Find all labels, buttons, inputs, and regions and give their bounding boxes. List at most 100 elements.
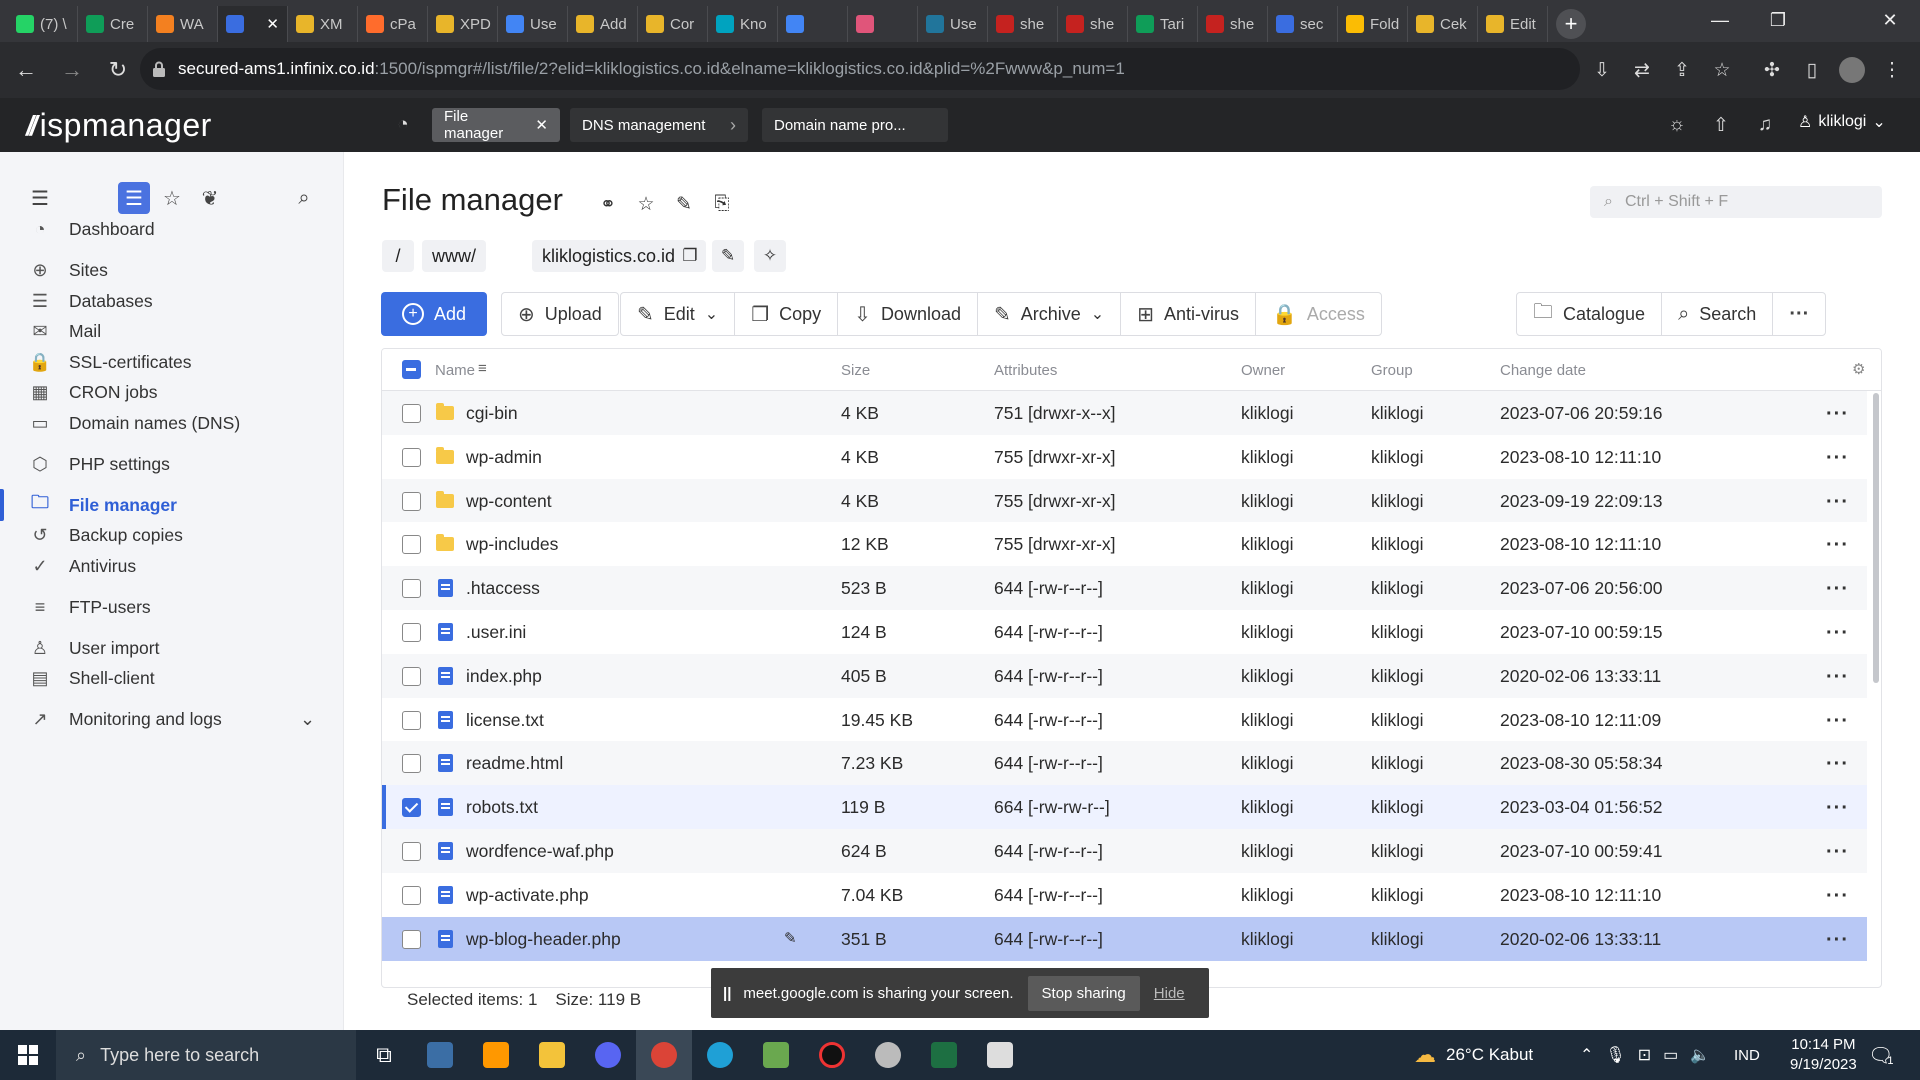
browser-tab[interactable]: Cre bbox=[78, 6, 148, 42]
search-icon[interactable]: ⌕ bbox=[288, 182, 320, 214]
access-button[interactable]: 🔒 Access bbox=[1256, 293, 1381, 335]
cell-name[interactable]: wp-blog-header.php bbox=[466, 929, 621, 950]
share-icon[interactable]: ⇪ bbox=[1664, 52, 1700, 88]
extensions-icon[interactable]: ✣ bbox=[1754, 52, 1790, 88]
row-more-icon[interactable]: ··· bbox=[1826, 885, 1849, 908]
row-checkbox[interactable] bbox=[402, 404, 421, 423]
cell-name[interactable]: license.txt bbox=[466, 710, 544, 731]
archive-button[interactable]: ✎ Archive ⌄ bbox=[978, 293, 1122, 335]
row-more-icon[interactable]: ··· bbox=[1826, 666, 1849, 689]
browser-tab[interactable] bbox=[848, 6, 918, 42]
browser-tab[interactable]: (7) \ bbox=[8, 6, 78, 42]
table-scrollbar[interactable] bbox=[1873, 393, 1879, 683]
hamburger-icon[interactable]: ☰ bbox=[24, 182, 56, 214]
edit-path-icon[interactable]: ✎ bbox=[712, 240, 744, 272]
row-checkbox[interactable] bbox=[402, 491, 421, 511]
col-group[interactable]: Group bbox=[1371, 362, 1413, 379]
calculator-app-icon[interactable] bbox=[412, 1030, 468, 1080]
new-tab-button[interactable]: + bbox=[1556, 9, 1586, 39]
image-app-icon[interactable] bbox=[748, 1030, 804, 1080]
download-button[interactable]: ⇩ Download bbox=[838, 293, 978, 335]
browser-tab[interactable]: she bbox=[1198, 6, 1268, 42]
upload-cloud-icon[interactable]: ⇧ bbox=[1706, 110, 1736, 140]
settings-gear-icon[interactable]: ⚙ bbox=[1852, 360, 1865, 378]
catalogue-button[interactable]: 🗀 Catalogue bbox=[1517, 293, 1663, 335]
browser-tab[interactable]: Use bbox=[498, 6, 568, 42]
sidebar-item-antivirus[interactable]: ✓ Antivirus bbox=[0, 548, 344, 584]
browser-tab[interactable]: Cor bbox=[638, 6, 708, 42]
taskbar-search-input[interactable]: ⌕ Type here to search bbox=[56, 1030, 356, 1080]
row-more-icon[interactable]: ··· bbox=[1826, 403, 1849, 426]
cell-name[interactable]: wp-content bbox=[466, 491, 552, 512]
col-name[interactable]: Name bbox=[435, 362, 475, 379]
browser-tab[interactable]: XPD bbox=[428, 6, 498, 42]
col-owner[interactable]: Owner bbox=[1241, 362, 1285, 379]
back-icon[interactable]: ← bbox=[6, 50, 46, 90]
sublime-app-icon[interactable] bbox=[468, 1030, 524, 1080]
table-row[interactable]: readme.html 7.23 KB 644 [-rw-r--r--] kliklo… bbox=[382, 741, 1867, 786]
chrome-app-icon[interactable] bbox=[636, 1030, 692, 1080]
table-row[interactable]: .user.ini 124 B 644 [-rw-r--r--] kliklogi kl… bbox=[382, 610, 1867, 654]
table-row[interactable]: wp-includes 12 KB 755 [drwxr-xr-x] kliklogi… bbox=[382, 522, 1867, 567]
history-icon[interactable]: ◔ bbox=[388, 110, 418, 140]
user-menu[interactable]: ♙ kliklogi ⌄ bbox=[1798, 112, 1886, 132]
breadcrumb-root[interactable]: / bbox=[382, 240, 414, 272]
table-row[interactable]: wordfence-waf.php 624 B 644 [-rw-r--r--] kl… bbox=[382, 829, 1867, 873]
header-tab-file-manager[interactable]: File manager ✕ bbox=[432, 108, 560, 142]
browser-tab[interactable]: Use bbox=[918, 6, 988, 42]
cell-name[interactable]: wp-includes bbox=[466, 534, 558, 555]
search-button[interactable]: ⌕ Search bbox=[1662, 293, 1774, 335]
bookmark-path-icon[interactable]: ✧ bbox=[754, 240, 786, 272]
cell-name[interactable]: cgi-bin bbox=[466, 403, 518, 424]
row-more-icon[interactable]: ··· bbox=[1826, 622, 1849, 645]
link-icon[interactable]: ⚭ bbox=[594, 190, 622, 218]
row-more-icon[interactable]: ··· bbox=[1826, 753, 1849, 776]
start-button[interactable] bbox=[0, 1030, 56, 1080]
bookmark-star-icon[interactable]: ☆ bbox=[1704, 52, 1740, 88]
row-more-icon[interactable]: ··· bbox=[1826, 534, 1849, 557]
row-more-icon[interactable]: ··· bbox=[1826, 797, 1849, 820]
sort-icon[interactable]: ≡ bbox=[478, 360, 487, 377]
disk-app-icon[interactable] bbox=[860, 1030, 916, 1080]
table-row[interactable]: cgi-bin 4 KB 751 [drwxr-x--x] kliklogi klikl… bbox=[382, 391, 1867, 435]
breadcrumb-domain[interactable]: kliklogistics.co.id/ bbox=[532, 240, 691, 272]
close-tab-icon[interactable]: ✕ bbox=[266, 15, 279, 33]
row-checkbox[interactable] bbox=[402, 623, 421, 642]
row-checkbox[interactable] bbox=[402, 535, 421, 555]
sidebar-item-php-settings[interactable]: ⬡ PHP settings bbox=[0, 446, 344, 482]
browser-tab[interactable]: Kno bbox=[708, 6, 778, 42]
row-more-icon[interactable]: ··· bbox=[1826, 841, 1849, 864]
row-checkbox[interactable] bbox=[402, 447, 421, 467]
install-icon[interactable]: ⇩ bbox=[1584, 52, 1620, 88]
row-checkbox[interactable] bbox=[402, 798, 421, 818]
browser-tab[interactable]: Fold bbox=[1338, 6, 1408, 42]
rename-pencil-icon[interactable]: ✎ bbox=[784, 929, 797, 947]
export-icon[interactable]: ⎘ bbox=[708, 190, 736, 218]
notification-center[interactable]: 🗨 1 bbox=[1868, 1030, 1894, 1080]
browser-tab[interactable]: sec bbox=[1268, 6, 1338, 42]
browser-tab[interactable]: ✕ bbox=[218, 6, 288, 42]
app-logo[interactable]: //ispmanager bbox=[26, 107, 212, 144]
pin-icon[interactable]: ✎ bbox=[670, 190, 698, 218]
select-all-checkbox[interactable] bbox=[402, 360, 421, 379]
browser-tab[interactable]: she bbox=[988, 6, 1058, 42]
cell-name[interactable]: wordfence-waf.php bbox=[466, 841, 614, 862]
browser-tab[interactable]: XM bbox=[288, 6, 358, 42]
recorder-app-icon[interactable] bbox=[804, 1030, 860, 1080]
row-more-icon[interactable]: ··· bbox=[1826, 710, 1849, 733]
global-search-input[interactable]: ⌕ Ctrl + Shift + F bbox=[1590, 186, 1882, 218]
url-field[interactable]: secured-ams1.infinix.co.id:1500/ispmgr#/… bbox=[140, 48, 1580, 90]
table-row[interactable]: wp-activate.php 7.04 KB 644 [-rw-r--r--] kl… bbox=[382, 872, 1867, 917]
table-row[interactable]: wp-content 4 KB 755 [drwxr-xr-x] kliklogi kl… bbox=[382, 478, 1867, 523]
sidepanel-icon[interactable]: ▯ bbox=[1794, 52, 1830, 88]
browser-tab[interactable]: cPa bbox=[358, 6, 428, 42]
col-attributes[interactable]: Attributes bbox=[994, 362, 1057, 379]
bell-icon[interactable]: ♫ bbox=[1750, 110, 1780, 140]
edge-app-icon[interactable] bbox=[692, 1030, 748, 1080]
translate-icon[interactable]: ⇄ bbox=[1624, 52, 1660, 88]
cell-name[interactable]: robots.txt bbox=[466, 797, 538, 818]
row-checkbox[interactable] bbox=[402, 885, 421, 905]
row-more-icon[interactable]: ··· bbox=[1826, 578, 1849, 601]
upload-button[interactable]: ⊕ Upload bbox=[502, 293, 618, 335]
antivirus-button[interactable]: ⊞ Anti-virus bbox=[1121, 293, 1256, 335]
